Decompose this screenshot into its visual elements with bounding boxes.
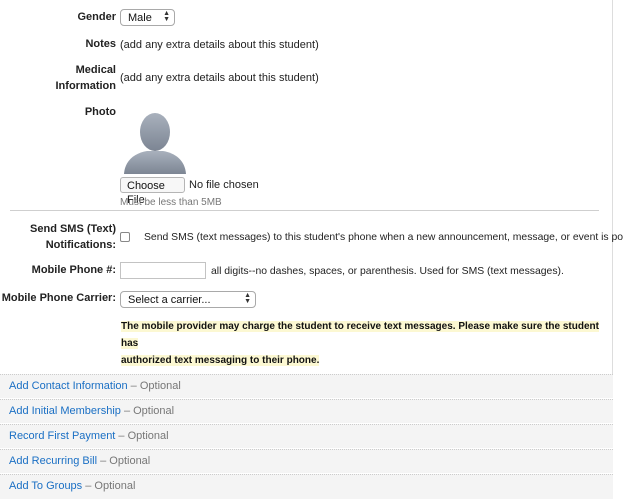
medical-label-line2: Information: [55, 80, 117, 92]
optional-row-groups: Add To Groups – Optional: [0, 474, 613, 499]
carrier-label: Mobile Phone Carrier:: [1, 292, 116, 304]
add-contact-information-link[interactable]: Add Contact Information: [9, 380, 128, 392]
add-to-groups-link[interactable]: Add To Groups: [9, 480, 82, 492]
optional-row-recurring-bill: Add Recurring Bill – Optional: [0, 449, 613, 473]
add-initial-membership-link[interactable]: Add Initial Membership: [9, 405, 121, 417]
record-first-payment-link[interactable]: Record First Payment: [9, 430, 115, 442]
medical-label: Medical Information: [0, 62, 117, 94]
optional-row-membership: Add Initial Membership – Optional: [0, 399, 613, 423]
optional-suffix: – Optional: [97, 455, 151, 467]
gender-label: Gender: [77, 11, 116, 23]
optional-row-contact: Add Contact Information – Optional: [0, 374, 613, 398]
notes-add-details-link[interactable]: (add any extra details about this studen…: [120, 38, 319, 52]
optional-suffix: – Optional: [120, 405, 175, 417]
mobile-phone-label: Mobile Phone #:: [31, 264, 116, 276]
mobile-phone-hint: all digits--no dashes, spaces, or parent…: [211, 266, 564, 277]
sms-charge-notice: The mobile provider may charge the stude…: [121, 318, 601, 369]
optional-suffix: – Optional: [82, 480, 136, 492]
up-down-arrows-icon: ▲ ▼: [244, 292, 251, 305]
sms-label: Send SMS (Text) Notifications:: [0, 221, 116, 253]
notes-label: Notes: [85, 38, 116, 50]
up-down-arrows-icon: ▲ ▼: [163, 10, 170, 23]
sms-notifications-checkbox[interactable]: [120, 232, 130, 242]
optional-row-payment: Record First Payment – Optional: [0, 424, 613, 448]
student-form: Gender Male ▲ ▼ Notes (add any extra deta…: [0, 0, 623, 499]
sms-label-line2: Notifications:: [45, 239, 116, 251]
gender-select-value: Male: [128, 12, 152, 24]
optional-suffix: – Optional: [127, 380, 181, 392]
sms-label-line1: Send SMS (Text): [30, 223, 116, 235]
default-avatar-icon: [121, 110, 189, 176]
carrier-select-value: Select a carrier...: [128, 294, 211, 306]
photo-size-hint: Must be less than 5MB: [120, 197, 222, 208]
mobile-phone-input[interactable]: [120, 262, 206, 279]
section-divider: [10, 210, 599, 211]
sms-charge-notice-line1: The mobile provider may charge the stude…: [121, 321, 599, 349]
sms-charge-notice-line2: authorized text messaging to their phone…: [121, 355, 320, 366]
add-recurring-bill-link[interactable]: Add Recurring Bill: [9, 455, 97, 467]
sms-checkbox-text: Send SMS (text messages) to this student…: [144, 232, 623, 243]
gender-select[interactable]: Male ▲ ▼: [120, 9, 175, 26]
no-file-chosen-text: No file chosen: [189, 179, 259, 191]
medical-add-details-link[interactable]: (add any extra details about this studen…: [120, 71, 319, 85]
optional-suffix: – Optional: [115, 430, 169, 442]
photo-label: Photo: [84, 106, 116, 118]
carrier-select[interactable]: Select a carrier... ▲ ▼: [120, 291, 256, 308]
medical-label-line1: Medical: [75, 64, 116, 76]
choose-file-button[interactable]: Choose File: [120, 177, 185, 206]
column-divider: [612, 0, 613, 374]
